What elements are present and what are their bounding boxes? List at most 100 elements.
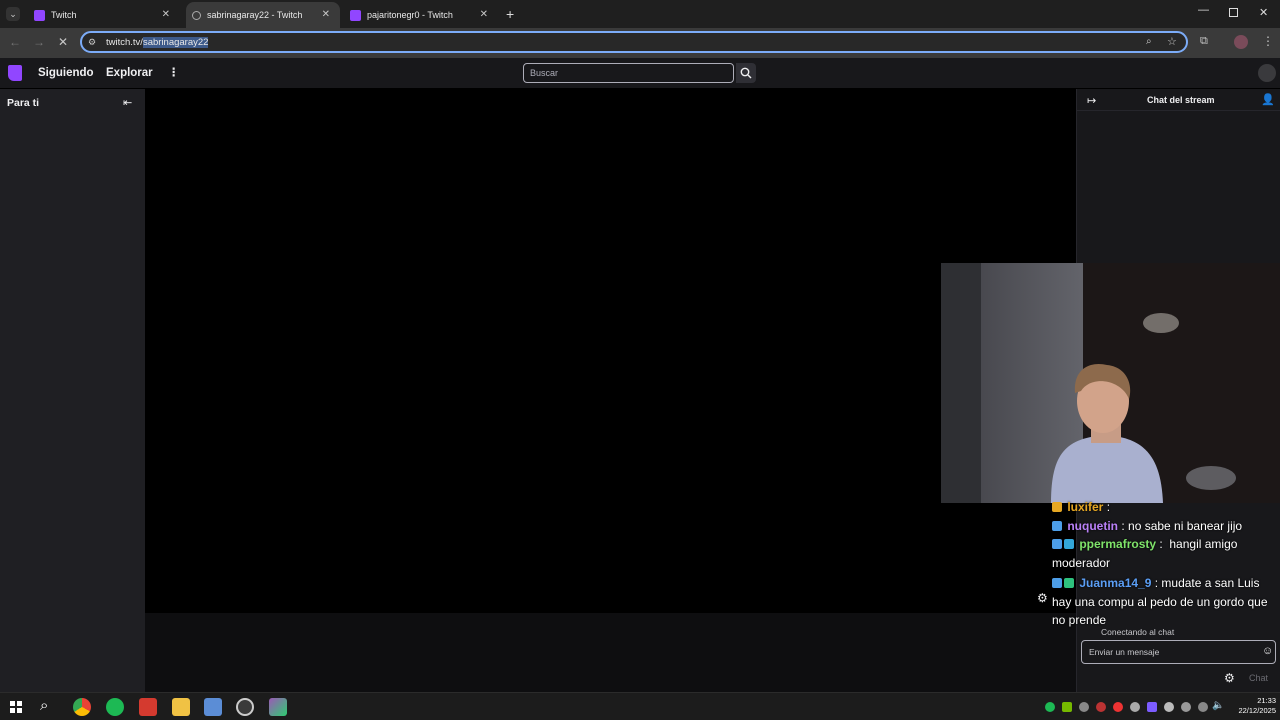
tab-title: pajaritonegr0 - Twitch xyxy=(367,10,453,20)
restore-icon[interactable] xyxy=(1229,8,1238,17)
search-placeholder: Buscar xyxy=(530,68,559,78)
search-input[interactable]: Buscar xyxy=(523,63,734,83)
moderator-badge-icon xyxy=(1052,520,1062,531)
sidebar-title: Para ti xyxy=(7,97,40,109)
chrome-icon[interactable] xyxy=(73,698,91,716)
sub-badge-icon xyxy=(1064,578,1074,588)
webcam-overlay xyxy=(941,263,1280,503)
tray-nvidia-icon[interactable] xyxy=(1062,702,1072,712)
browser-toolbar: ← → ✕ ⚙ twitch.tv/sabrinagaray22 ⌕ ☆ ⧉ ⋮ xyxy=(0,28,1280,58)
crown-badge-icon xyxy=(1052,502,1062,512)
moderator-badge-icon xyxy=(1052,539,1062,549)
url-selection: sabrinagaray22 xyxy=(142,37,209,48)
tray-app-icon[interactable] xyxy=(1181,702,1191,712)
tray-mic-icon[interactable] xyxy=(1096,702,1106,712)
address-bar[interactable]: ⚙ twitch.tv/sabrinagaray22 ⌕ ☆ xyxy=(80,31,1188,53)
chat-username[interactable]: ppermafrosty xyxy=(1079,537,1156,551)
loading-favicon-icon xyxy=(192,10,201,20)
search-icon xyxy=(740,67,752,79)
chat-message: ppermafrosty : hangil amigo moderador xyxy=(1052,537,1238,570)
url-text: twitch.tv/sabrinagaray22 xyxy=(106,37,209,48)
chat-input[interactable]: Enviar un mensaje ☺ xyxy=(1081,640,1276,664)
chat-send-button[interactable]: Chat xyxy=(1249,673,1268,683)
browser-tab-3[interactable]: pajaritonegr0 - Twitch ✕ xyxy=(344,2,498,28)
chat-message: nuquetin : no sabe ni banear jijo xyxy=(1052,517,1278,536)
chat-header: ↦ Chat del stream 👤 xyxy=(1077,89,1280,111)
video-player[interactable] xyxy=(145,89,1076,613)
chat-username[interactable]: Juanma14_9 xyxy=(1079,576,1151,590)
minimize-icon[interactable]: — xyxy=(1198,4,1209,16)
tray-app-icon[interactable] xyxy=(1147,702,1157,712)
windows-start-icon[interactable] xyxy=(10,701,22,713)
twitch-logo-icon[interactable] xyxy=(8,65,22,81)
taskbar-app-icon[interactable] xyxy=(139,698,157,716)
tab-title: sabrinagaray22 - Twitch xyxy=(207,10,303,20)
tab-title: Twitch xyxy=(51,10,77,20)
emote-picker-icon[interactable]: ☺ xyxy=(1262,645,1273,657)
stop-loading-icon[interactable]: ✕ xyxy=(58,36,68,48)
taskbar-app-icon[interactable] xyxy=(269,698,287,716)
search-button[interactable] xyxy=(736,63,756,83)
tray-app-icon[interactable] xyxy=(1130,702,1140,712)
close-icon[interactable]: ✕ xyxy=(322,9,330,20)
more-menu-icon[interactable]: ⋮ xyxy=(168,65,180,79)
chat-username[interactable]: luxifer xyxy=(1067,500,1103,514)
chat-message: Juanma14_9 : mudate a san Luis hay una c… xyxy=(1052,576,1268,627)
taskbar-search-icon[interactable]: ⌕ xyxy=(40,697,48,714)
close-icon[interactable]: ✕ xyxy=(480,9,488,20)
chat-status: Conectando al chat xyxy=(1101,627,1175,637)
clock[interactable]: 21:33 22/12/2025 xyxy=(1234,696,1276,716)
chat-text: no sabe ni banear jijo xyxy=(1128,518,1243,533)
moderator-badge-icon xyxy=(1052,578,1062,588)
tab-search-button[interactable]: ⌄ xyxy=(6,7,20,21)
taskbar-app-icon[interactable] xyxy=(204,698,222,716)
bookmark-star-icon[interactable]: ☆ xyxy=(1167,35,1177,48)
chat-input-placeholder: Enviar un mensaje xyxy=(1089,647,1160,657)
collapse-chat-icon[interactable]: ↦ xyxy=(1087,94,1096,107)
clock-date: 22/12/2025 xyxy=(1238,706,1276,715)
nav-following[interactable]: Siguiendo xyxy=(38,67,94,79)
twitch-favicon-icon xyxy=(350,9,361,21)
spotify-icon[interactable] xyxy=(106,698,124,716)
tray-app-icon[interactable] xyxy=(1079,702,1089,712)
channel-info-area xyxy=(145,613,1076,692)
zoom-icon[interactable]: ⌕ xyxy=(1146,36,1152,47)
chat-settings-gear-icon[interactable]: ⚙ xyxy=(1224,671,1235,685)
browser-tab-bar: ⌄ Twitch ✕ sabrinagaray22 - Twitch ✕ paj… xyxy=(0,0,1280,28)
back-icon[interactable]: ← xyxy=(9,36,21,48)
twitch-favicon-icon xyxy=(34,9,45,21)
volume-icon[interactable]: 🔈 xyxy=(1212,700,1224,711)
chat-messages: luxifer : nuquetin : no sabe ni banear j… xyxy=(1052,498,1278,630)
windows-taskbar: ⌕ 🔈 21:33 22/12/2025 xyxy=(0,692,1280,720)
obs-icon[interactable] xyxy=(236,698,254,716)
webcam-image xyxy=(941,263,1280,503)
forward-icon[interactable]: → xyxy=(33,36,45,48)
sidebar: Para ti ⇤ xyxy=(0,89,145,692)
clock-time: 21:33 xyxy=(1257,696,1276,705)
chat-username[interactable]: nuquetin xyxy=(1067,519,1118,533)
nav-explore[interactable]: Explorar xyxy=(106,67,153,79)
menu-kebab-icon[interactable]: ⋮ xyxy=(1262,35,1274,47)
file-explorer-icon[interactable] xyxy=(172,698,190,716)
tray-app-icon[interactable] xyxy=(1113,702,1123,712)
extensions-icon[interactable]: ⧉ xyxy=(1200,36,1208,47)
user-avatar[interactable] xyxy=(1258,64,1276,82)
tray-app-icon[interactable] xyxy=(1198,702,1208,712)
twitch-top-nav: Siguiendo Explorar ⋮ Buscar xyxy=(0,58,1280,89)
url-prefix: twitch.tv/ xyxy=(106,37,143,48)
browser-tab-2[interactable]: sabrinagaray22 - Twitch ✕ xyxy=(186,2,340,28)
chat-users-icon[interactable]: 👤 xyxy=(1261,93,1275,106)
chat-settings-icon[interactable]: ⚙ xyxy=(1037,591,1048,605)
profile-avatar[interactable] xyxy=(1234,35,1248,49)
chat-message: luxifer : xyxy=(1052,498,1278,517)
tray-spotify-icon[interactable] xyxy=(1045,702,1055,712)
close-window-icon[interactable]: ✕ xyxy=(1259,6,1268,19)
site-info-icon[interactable]: ⚙ xyxy=(88,37,96,48)
chat-title: Chat del stream xyxy=(1147,95,1215,105)
tray-app-icon[interactable] xyxy=(1164,702,1174,712)
sub-badge-icon xyxy=(1064,539,1074,549)
new-tab-icon[interactable]: + xyxy=(506,6,514,22)
close-icon[interactable]: ✕ xyxy=(162,9,170,20)
browser-tab-1[interactable]: Twitch ✕ xyxy=(28,2,180,28)
collapse-sidebar-icon[interactable]: ⇤ xyxy=(123,96,132,109)
